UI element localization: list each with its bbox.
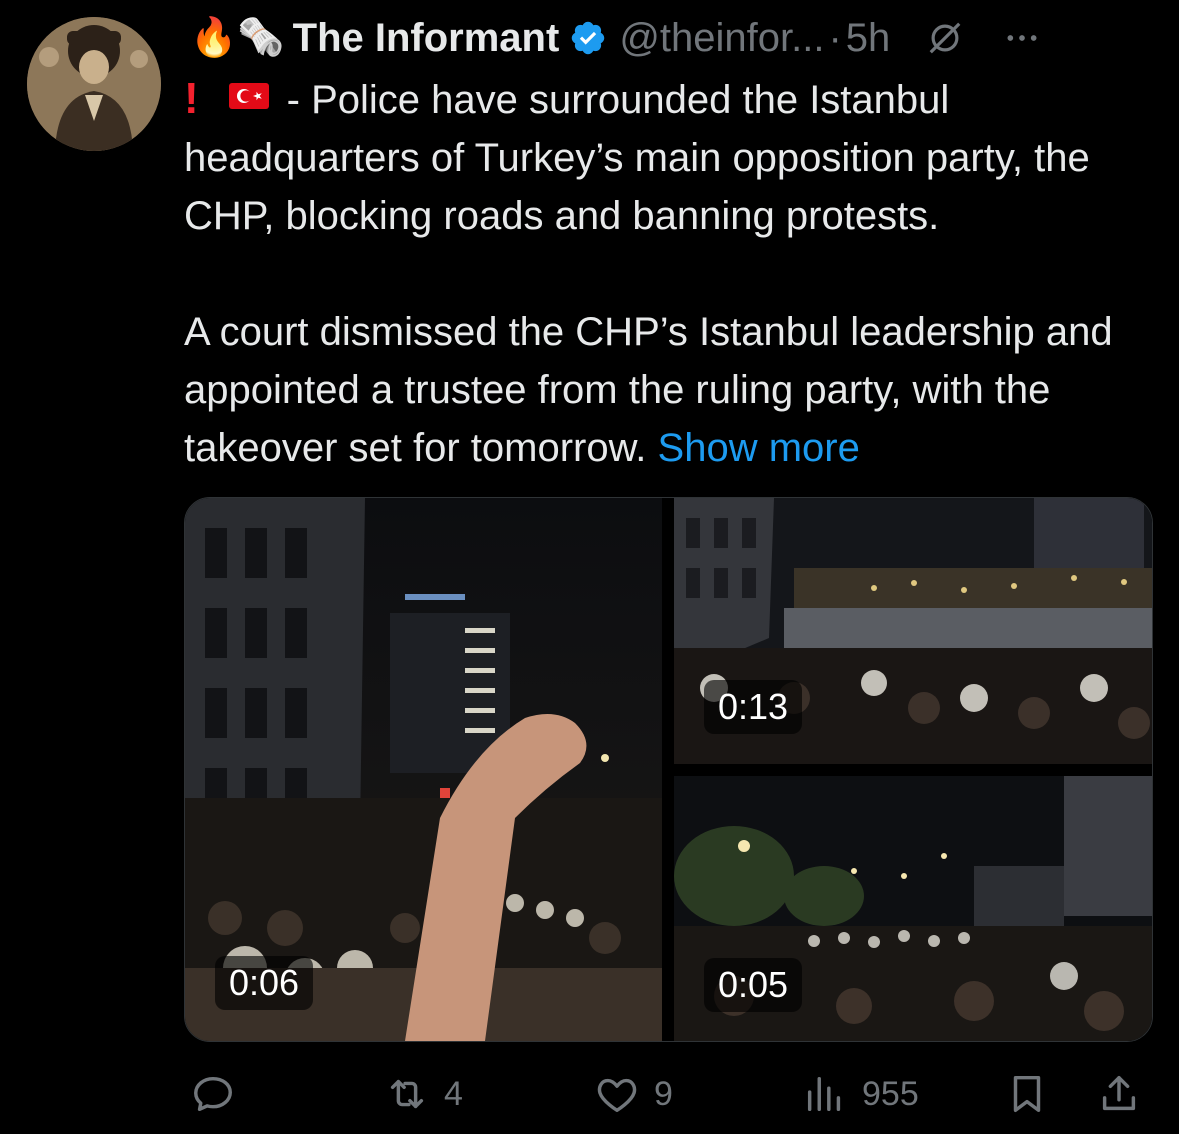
repost-button[interactable]: 4	[384, 1064, 463, 1124]
views-icon	[807, 1076, 841, 1112]
video-thumbnail-1[interactable]: 0:06	[185, 498, 662, 1041]
share-icon	[1102, 1075, 1136, 1111]
media-grid: 0:06 0:13 0:05	[184, 497, 1153, 1042]
paragraph-2-text: A court dismissed the CHP’s Istanbul lea…	[184, 310, 1113, 470]
video-thumbnail-2[interactable]: 0:13	[674, 498, 1152, 764]
video-duration-1: 0:06	[215, 956, 314, 1010]
paragraph-2: A court dismissed the CHP’s Istanbul lea…	[184, 303, 1164, 477]
video-thumbnail-3[interactable]: 0:05	[674, 776, 1152, 1041]
show-more-link[interactable]: Show more	[658, 426, 860, 470]
video-duration-3: 0:05	[704, 958, 803, 1012]
video-duration-2: 0:13	[704, 680, 803, 734]
tweet-header: 🔥🗞️ The Informant @theinfor... · 5h	[190, 12, 1042, 64]
heart-icon	[597, 1078, 637, 1113]
repost-icon	[390, 1079, 424, 1109]
reply-icon	[194, 1076, 232, 1112]
exclamation-icon: !	[184, 74, 199, 123]
like-button[interactable]: 9	[594, 1064, 673, 1124]
more-icon[interactable]	[1002, 18, 1042, 58]
like-count: 9	[654, 1074, 673, 1113]
views-count: 955	[862, 1074, 919, 1113]
repost-count: 4	[444, 1074, 463, 1113]
separator-dot: ·	[828, 15, 842, 60]
views-button[interactable]: 955	[802, 1064, 919, 1124]
avatar-image	[27, 17, 161, 151]
reply-button[interactable]	[190, 1064, 250, 1124]
author-name[interactable]: The Informant	[293, 16, 560, 61]
bookmark-button[interactable]	[1004, 1064, 1050, 1124]
tweet[interactable]: 🔥🗞️ The Informant @theinfor... · 5h ! - P…	[0, 0, 1179, 1134]
avatar[interactable]	[27, 17, 161, 151]
grok-icon[interactable]	[926, 19, 964, 57]
share-button[interactable]	[1096, 1064, 1142, 1124]
action-bar: 4 9 955	[184, 1064, 1151, 1124]
verified-badge-icon[interactable]	[569, 19, 607, 57]
author-emojis: 🔥🗞️	[190, 17, 285, 59]
post-time[interactable]: 5h	[846, 16, 891, 61]
paragraph-1: ! - Police have surrounded the Istanbul h…	[184, 70, 1164, 245]
tweet-text: ! - Police have surrounded the Istanbul h…	[184, 70, 1164, 477]
author-handle[interactable]: @theinfor...	[619, 16, 824, 61]
turkey-flag-icon	[228, 83, 269, 109]
paragraph-1-text: - Police have surrounded the Istanbul he…	[184, 78, 1090, 238]
bookmark-icon	[1013, 1075, 1041, 1113]
